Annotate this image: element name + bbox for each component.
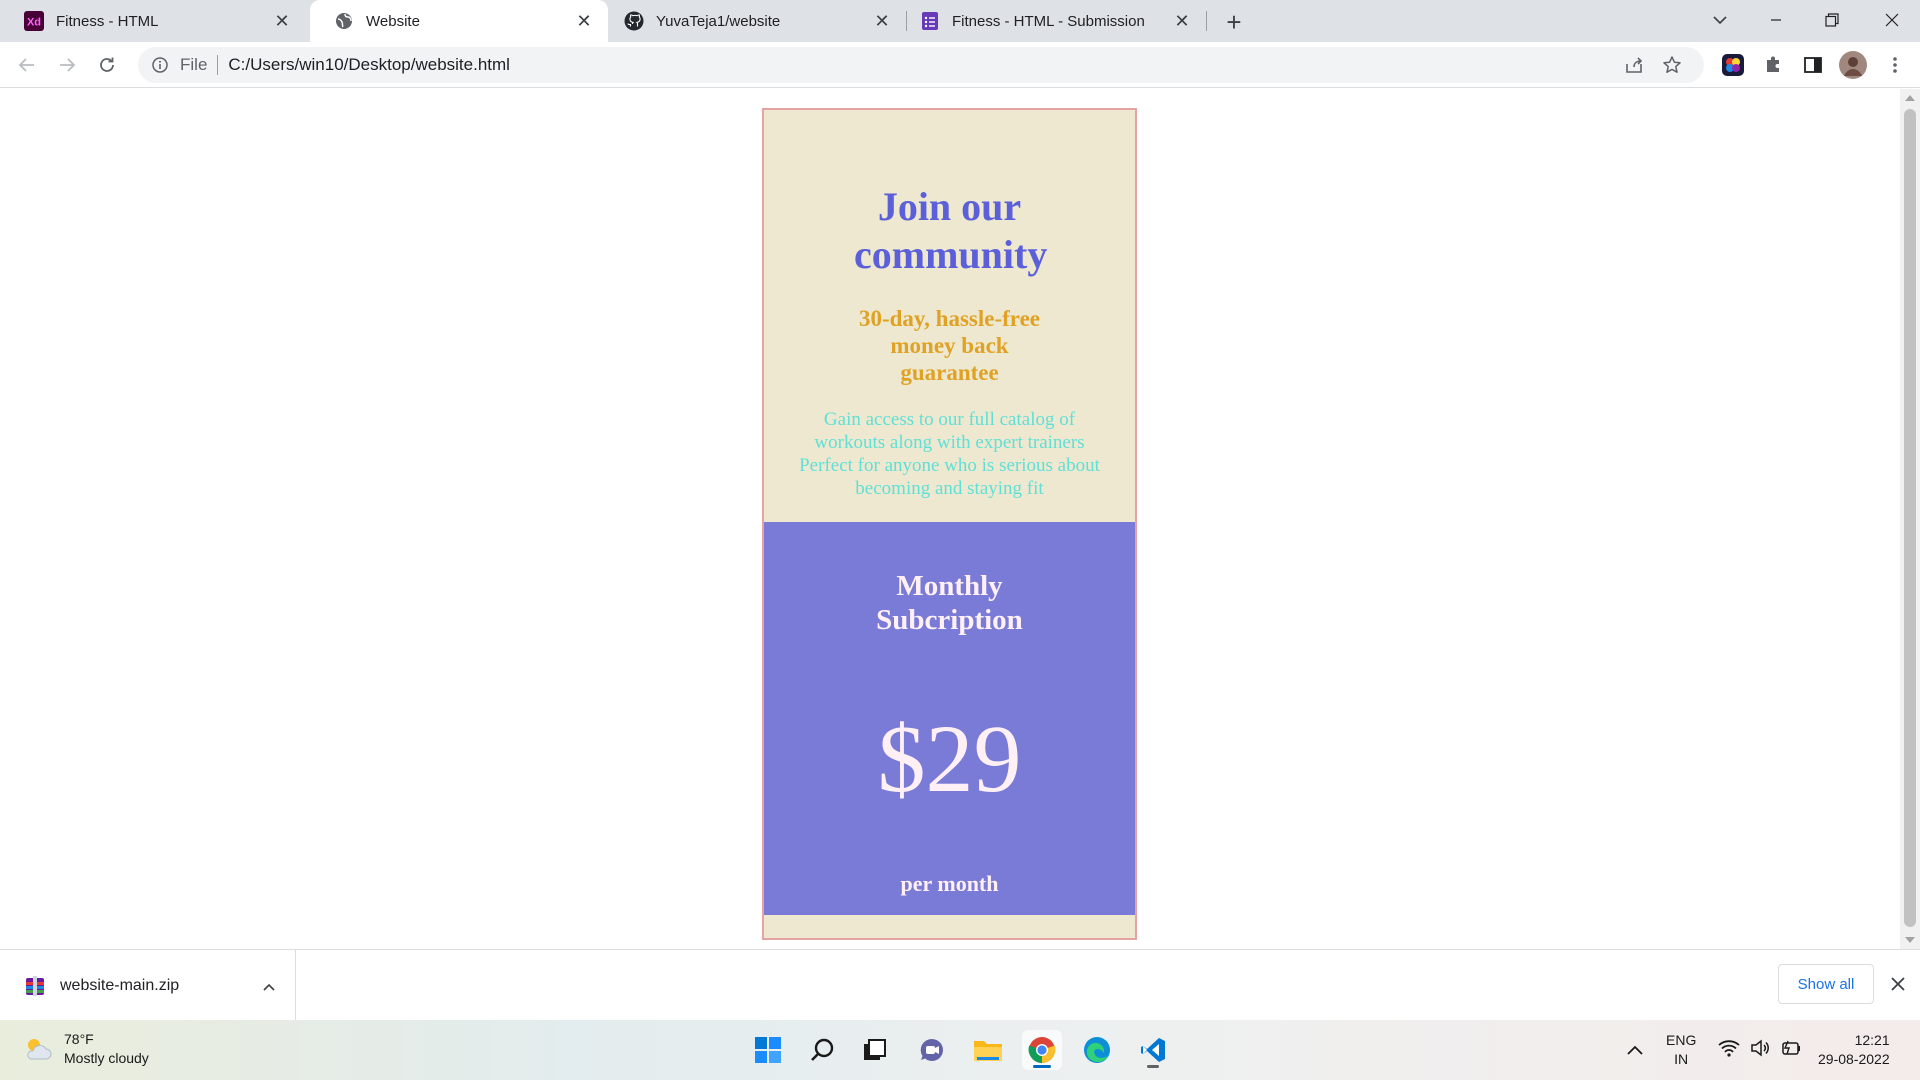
battery-icon[interactable] [1780,1039,1802,1062]
tab-title: Fitness - HTML - Submission [952,12,1145,30]
svg-text:Xd: Xd [27,17,41,29]
tab-search-chevron-icon[interactable] [1692,0,1748,40]
adobe-xd-icon: Xd [24,11,44,31]
weather-temp: 78°F [64,1031,94,1047]
page-viewport: Join our community 30-day, hassle-free m… [0,89,1900,949]
scroll-up-arrow-icon[interactable] [1905,95,1915,101]
windows-taskbar: 78°F Mostly cloudy ENG IN 12:21 29-08-20… [0,1020,1920,1080]
price-period: per month [900,871,999,896]
tab-submission[interactable]: Fitness - HTML - Submission ✕ [896,0,1206,42]
scroll-down-arrow-icon[interactable] [1905,937,1915,943]
tab-strip: Xd Fitness - HTML ✕ Website ✕ YuvaTeja1/… [0,0,1920,42]
volume-icon[interactable] [1750,1038,1770,1062]
price-value: $29 [877,705,1022,812]
partly-cloudy-icon [22,1033,54,1065]
scrollbar-thumb[interactable] [1904,109,1916,927]
clock[interactable]: 12:21 29-08-2022 [1818,1020,1890,1080]
tab-title: YuvaTeja1/website [656,12,781,30]
close-tab-icon[interactable]: ✕ [572,9,596,33]
start-button[interactable] [748,1030,788,1070]
teams-chat-icon[interactable] [912,1030,952,1070]
url-text[interactable]: C:/Users/win10/Desktop/website.html [228,55,510,75]
active-app-indicator [1033,1065,1051,1068]
tab-title: Fitness - HTML [56,12,159,30]
chevron-up-icon[interactable] [263,978,275,994]
profile-avatar[interactable] [1838,50,1868,80]
menu-kebab-icon[interactable] [1880,50,1910,80]
download-item[interactable]: website-main.zip [0,950,296,1021]
language-indicator[interactable]: ENG IN [1666,1020,1696,1080]
pricing-card: Join our community 30-day, hassle-free m… [762,108,1137,940]
info-icon[interactable] [150,55,170,75]
github-icon [624,11,644,31]
search-icon[interactable] [803,1030,843,1070]
url-divider [217,55,219,75]
region-code: IN [1674,1051,1689,1067]
forward-button[interactable] [50,48,84,82]
intro-section: Join our community 30-day, hassle-free m… [764,110,1135,522]
forms-icon [920,11,940,31]
back-button[interactable] [10,48,44,82]
close-download-bar-icon[interactable] [1884,970,1912,998]
file-explorer-icon[interactable] [968,1030,1008,1070]
plan-title: Monthly Subcription [876,570,1023,636]
clock-time: 12:21 [1854,1032,1890,1048]
task-view-icon[interactable] [854,1030,894,1070]
chrome-taskbar-icon[interactable] [1022,1030,1062,1070]
vscode-icon[interactable] [1133,1030,1173,1070]
download-bar: website-main.zip Show all [0,949,1920,1021]
wifi-icon[interactable] [1718,1039,1740,1062]
bookmark-star-icon[interactable] [1662,55,1682,80]
tab-separator [1206,11,1207,31]
description-text: Gain access to our full catalog of worko… [799,409,1100,499]
tray-overflow-chevron-icon[interactable] [1626,1020,1644,1080]
tab-github[interactable]: YuvaTeja1/website ✕ [600,0,906,42]
edge-icon[interactable] [1077,1030,1117,1070]
reload-button[interactable] [90,48,124,82]
tab-fitness-xd[interactable]: Xd Fitness - HTML ✕ [0,0,306,42]
open-app-indicator [1147,1065,1159,1068]
vertical-scrollbar[interactable] [1900,89,1920,949]
clock-date: 29-08-2022 [1818,1051,1890,1067]
share-icon[interactable] [1624,55,1644,80]
tab-title: Website [366,12,420,30]
minimize-button[interactable] [1748,0,1804,40]
download-filename: website-main.zip [60,976,180,994]
close-window-button[interactable] [1864,0,1920,40]
guarantee-text: 30-day, hassle-free money back guarantee [858,306,1040,385]
url-scheme: File [180,55,208,74]
subscription-section: Monthly Subcription $29 per month [764,522,1135,915]
extension-color-icon[interactable] [1718,50,1748,80]
new-tab-button[interactable]: + [1218,6,1250,38]
close-tab-icon[interactable]: ✕ [270,9,294,33]
tab-website[interactable]: Website ✕ [310,0,608,42]
close-tab-icon[interactable]: ✕ [870,9,894,33]
address-bar[interactable]: File C:/Users/win10/Desktop/website.html [138,47,1704,83]
side-panel-icon[interactable] [1798,50,1828,80]
browser-toolbar: File C:/Users/win10/Desktop/website.html [0,42,1920,88]
system-tray-icons[interactable] [1718,1020,1802,1080]
restore-button[interactable] [1804,0,1860,40]
language-code: ENG [1666,1032,1697,1048]
weather-condition: Mostly cloudy [64,1050,149,1066]
extensions-puzzle-icon[interactable] [1758,50,1788,80]
card-heading: Join our community [854,184,1048,277]
weather-widget[interactable]: 78°F Mostly cloudy [22,1030,149,1068]
show-all-button[interactable]: Show all [1778,964,1874,1004]
globe-icon [334,11,354,31]
close-tab-icon[interactable]: ✕ [1170,9,1194,33]
zip-file-icon [24,975,46,997]
